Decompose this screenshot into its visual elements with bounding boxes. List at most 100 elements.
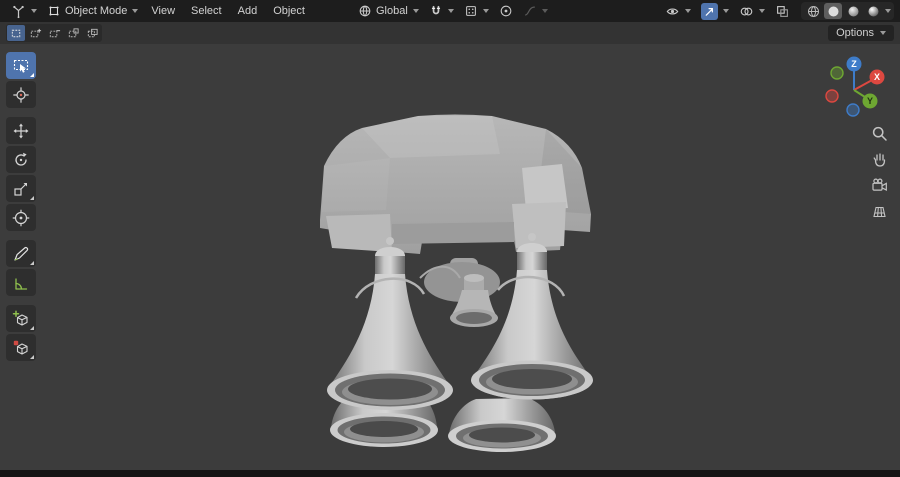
shading-rendered-icon: [868, 6, 878, 16]
chevron-down-icon: [447, 9, 454, 13]
pan-control[interactable]: [868, 149, 890, 169]
chevron-down-icon: [412, 9, 419, 13]
measure-icon: [15, 277, 28, 290]
rotate-tool[interactable]: [6, 146, 36, 173]
duplicate-tool[interactable]: [6, 334, 36, 361]
proportional-editing-toggle[interactable]: [494, 0, 518, 22]
viewport-3d[interactable]: Z X Y: [0, 44, 900, 470]
status-bar: [0, 470, 900, 477]
select-mode-set-button[interactable]: [7, 25, 25, 41]
gizmo-axis-neg-y[interactable]: [830, 66, 844, 80]
cursor-icon: [13, 86, 29, 103]
visibility-dropdown[interactable]: [660, 0, 696, 22]
pan-hand-icon: [873, 152, 885, 167]
shading-rendered-button[interactable]: [864, 3, 882, 19]
zoom-control[interactable]: [868, 123, 890, 143]
chevron-down-icon: [31, 9, 37, 13]
gizmo-axis-neg-x[interactable]: [825, 89, 839, 103]
orthographic-grid-icon: [872, 206, 886, 217]
show-gizmo-toggle[interactable]: [696, 0, 734, 22]
navigation-gizmo[interactable]: Z X Y: [816, 52, 892, 128]
select-subtract-icon: [49, 29, 60, 37]
select-mode-subtract-button[interactable]: [45, 25, 63, 41]
select-intersect-icon: [87, 28, 98, 37]
select-mode-invert-button[interactable]: [64, 25, 82, 41]
cursor-tool[interactable]: [6, 81, 36, 108]
snap-target-selector[interactable]: [459, 0, 494, 22]
tool-variant-indicator: [30, 355, 34, 359]
chevron-down-icon: [759, 9, 765, 13]
snap-magnet-icon: [431, 5, 440, 15]
chevron-down-icon: [685, 9, 691, 13]
options-button[interactable]: Options: [828, 25, 894, 41]
xray-toggle[interactable]: [770, 0, 795, 22]
select-box-icon: [13, 59, 29, 73]
move-icon: [13, 123, 29, 138]
select-mode-extend-button[interactable]: [26, 25, 44, 41]
snap-increment-icon: [465, 6, 476, 16]
duplicate-icon: [13, 340, 28, 355]
tool-variant-indicator: [30, 261, 34, 265]
show-overlays-toggle[interactable]: [734, 0, 770, 22]
shading-wireframe-icon: [807, 5, 819, 17]
topbar: Object Mode View Select Add Object Globa…: [0, 0, 900, 22]
transform-icon: [12, 209, 30, 226]
zoom-icon: [872, 126, 887, 141]
annotate-tool[interactable]: [6, 240, 36, 267]
add-cube-icon: [12, 309, 28, 326]
options-label: Options: [836, 27, 874, 39]
rotate-icon: [15, 152, 27, 166]
shading-material-icon: [848, 6, 858, 16]
xray-icon: [777, 5, 788, 17]
gizmo-y-label: Y: [867, 96, 873, 106]
gizmo-x-label: X: [874, 72, 880, 82]
tool-variant-indicator: [30, 326, 34, 330]
editor-type-button[interactable]: [6, 0, 42, 22]
viewport-display-controls: [660, 0, 894, 22]
menu-add[interactable]: Add: [230, 0, 266, 22]
annotate-icon: [14, 246, 29, 261]
mode-selector[interactable]: Object Mode: [42, 0, 143, 22]
falloff-curve-icon: [524, 6, 535, 16]
shading-mode-group: [801, 2, 894, 20]
chevron-down-icon: [880, 31, 886, 35]
orthographic-toggle[interactable]: [868, 201, 890, 221]
chevron-down-icon: [885, 9, 891, 13]
menu-view[interactable]: View: [143, 0, 183, 22]
select-mode-intersect-button[interactable]: [83, 25, 101, 41]
model-rocket-engine-cluster[interactable]: [300, 102, 620, 458]
camera-view-icon: [871, 177, 887, 191]
shading-wireframe-button[interactable]: [804, 3, 822, 19]
chevron-down-icon: [541, 9, 548, 13]
toolbar: [6, 52, 36, 361]
move-tool[interactable]: [6, 117, 36, 144]
select-extend-icon: [30, 28, 41, 37]
proportional-editing-icon: [500, 5, 512, 17]
shading-solid-icon: [828, 6, 838, 16]
gizmo-axis-neg-z[interactable]: [846, 103, 860, 117]
viewport-nav-controls: [868, 123, 890, 221]
select-box-tool[interactable]: [6, 52, 36, 79]
shading-material-button[interactable]: [844, 3, 862, 19]
tool-settings-bar: Options: [0, 22, 900, 44]
transform-snap-controls: Global: [353, 0, 553, 22]
orientation-selector[interactable]: Global: [353, 0, 424, 22]
transform-tool[interactable]: [6, 204, 36, 231]
menu-select[interactable]: Select: [183, 0, 230, 22]
chevron-down-icon: [482, 9, 489, 13]
falloff-selector[interactable]: [518, 0, 553, 22]
visibility-eye-icon: [666, 8, 679, 14]
scale-tool[interactable]: [6, 175, 36, 202]
add-cube-tool[interactable]: [6, 305, 36, 332]
menu-object[interactable]: Object: [265, 0, 313, 22]
snap-toggle[interactable]: [424, 0, 459, 22]
shading-solid-button[interactable]: [824, 3, 842, 19]
chevron-down-icon: [723, 9, 729, 13]
show-gizmo-active-bg: [701, 2, 718, 20]
measure-tool[interactable]: [6, 269, 36, 296]
orientation-label: Global: [375, 5, 408, 17]
scale-icon: [14, 182, 27, 196]
object-mode-icon: [49, 6, 59, 16]
editor-type-icon: [13, 5, 24, 18]
camera-view-control[interactable]: [868, 175, 890, 195]
